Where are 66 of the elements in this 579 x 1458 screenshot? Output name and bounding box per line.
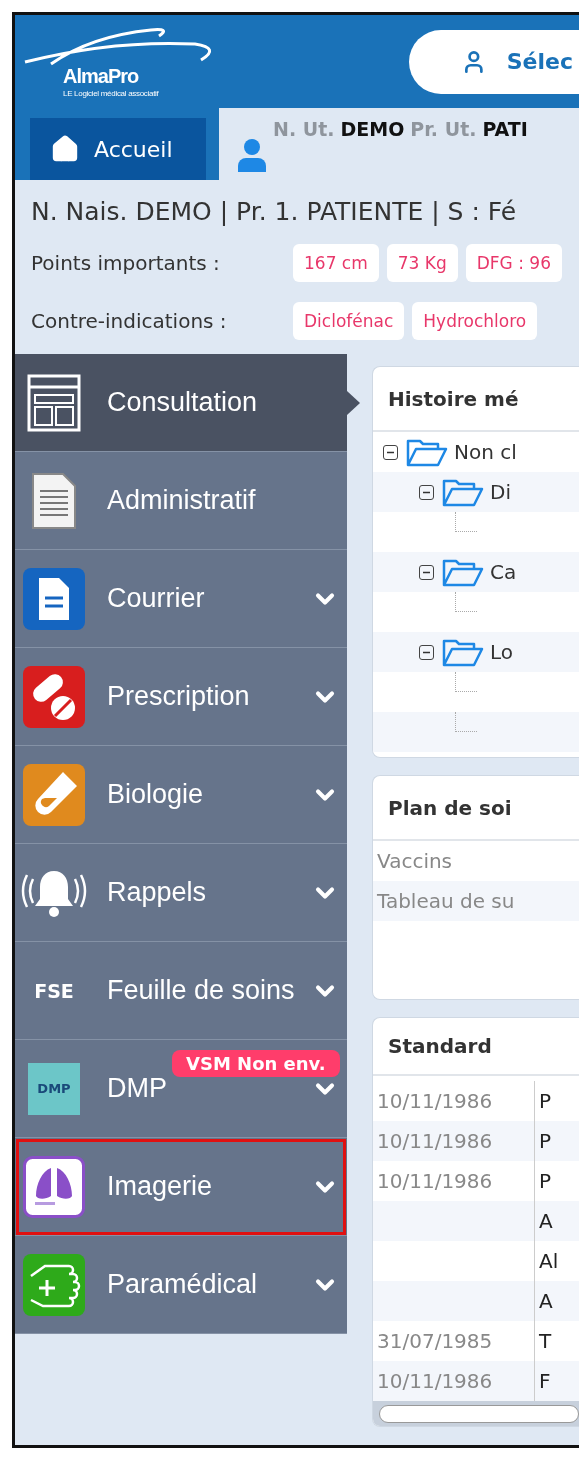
- table-cell-text: P: [538, 1169, 552, 1194]
- folder-icon: [442, 477, 484, 507]
- tree-label[interactable]: Ca: [490, 560, 517, 584]
- info-chip: 73 Kg: [386, 244, 458, 282]
- tree-label[interactable]: Non cl: [454, 440, 517, 464]
- logo-swoosh-icon: [23, 26, 213, 67]
- sidebar-item[interactable]: Courrier: [15, 550, 347, 648]
- status-badge: VSM Non env.: [172, 1050, 340, 1077]
- sidebar-item[interactable]: DMP DMP VSM Non env.: [15, 1040, 347, 1138]
- home-icon: [50, 134, 80, 164]
- sidebar-item[interactable]: Rappels: [15, 844, 347, 942]
- info-chip: Hydrochloro: [412, 302, 538, 340]
- user-icon: [237, 138, 267, 172]
- tree-label[interactable]: Lo: [490, 640, 514, 664]
- tree-connector: [455, 512, 477, 532]
- tree-connector: [455, 712, 477, 732]
- folder-icon: [442, 637, 484, 667]
- tree-connector: [455, 672, 477, 692]
- sidebar-item[interactable]: Prescription: [15, 648, 347, 746]
- field-value: PATI: [482, 118, 528, 140]
- patient-select-button[interactable]: Sélec: [409, 29, 579, 94]
- row-label: Points importants :: [31, 251, 221, 275]
- lungs-icon: [23, 1155, 85, 1218]
- sidebar-item[interactable]: Imagerie: [15, 1138, 347, 1236]
- field-value: DEMO: [340, 118, 405, 140]
- sidebar-item[interactable]: FSE Feuille de soins: [15, 942, 347, 1040]
- table-cell-text: T: [538, 1329, 552, 1354]
- collapse-toggle[interactable]: [383, 444, 398, 460]
- row-label: Contre-indications :: [31, 309, 228, 333]
- document-icon: [30, 470, 78, 531]
- info-chip: Diclofénac: [293, 302, 405, 340]
- scrollbar[interactable]: [373, 1401, 579, 1426]
- info-chip: 167 cm: [293, 244, 379, 282]
- sidebar-item[interactable]: Administratif: [15, 452, 347, 550]
- folder-icon: [442, 557, 484, 587]
- tree-connector: [455, 592, 477, 612]
- layout-icon: [26, 372, 82, 433]
- logo-tagline: LE Logiciel médical associatif: [63, 88, 159, 98]
- table-cell-text: A: [538, 1289, 553, 1314]
- card-title: Standard: [373, 1018, 579, 1076]
- tree-label[interactable]: Di: [490, 480, 511, 504]
- dmp-logo: DMP: [28, 1062, 80, 1115]
- collapse-toggle[interactable]: [419, 644, 434, 660]
- collapse-toggle[interactable]: [419, 484, 434, 500]
- pills-icon: [23, 665, 85, 728]
- sidebar-item[interactable]: Paramédical: [15, 1236, 347, 1334]
- logo-name: AlmaPro: [63, 64, 139, 88]
- fse-label: FSE: [34, 979, 74, 1002]
- field-label: Pr. Ut.: [410, 118, 477, 140]
- sidebar-item[interactable]: Biologie: [15, 746, 347, 844]
- folder-icon: [406, 437, 448, 467]
- table-cell-text: P: [538, 1089, 552, 1114]
- table-cell-text: P: [538, 1129, 552, 1154]
- table-cell-text: Al: [538, 1249, 559, 1274]
- table-cell-text: F: [538, 1369, 551, 1394]
- test-tube-icon: [23, 763, 85, 826]
- list-item[interactable]: Tableau de su: [373, 881, 579, 921]
- patient-summary: N. Nais. DEMO | Pr. 1. PATIENTE | S : Fé: [31, 195, 518, 228]
- info-chip: DFG : 96: [465, 244, 562, 282]
- patient-tab[interactable]: N. Ut. DEMO Pr. Ut. PATI: [219, 108, 579, 180]
- document-icon: [23, 567, 85, 630]
- field-label: N. Ut.: [273, 118, 335, 140]
- collapse-toggle[interactable]: [419, 564, 434, 580]
- hand-icon: [23, 1253, 85, 1316]
- table-cell-text: A: [538, 1209, 553, 1234]
- home-tab[interactable]: Accueil: [30, 118, 206, 180]
